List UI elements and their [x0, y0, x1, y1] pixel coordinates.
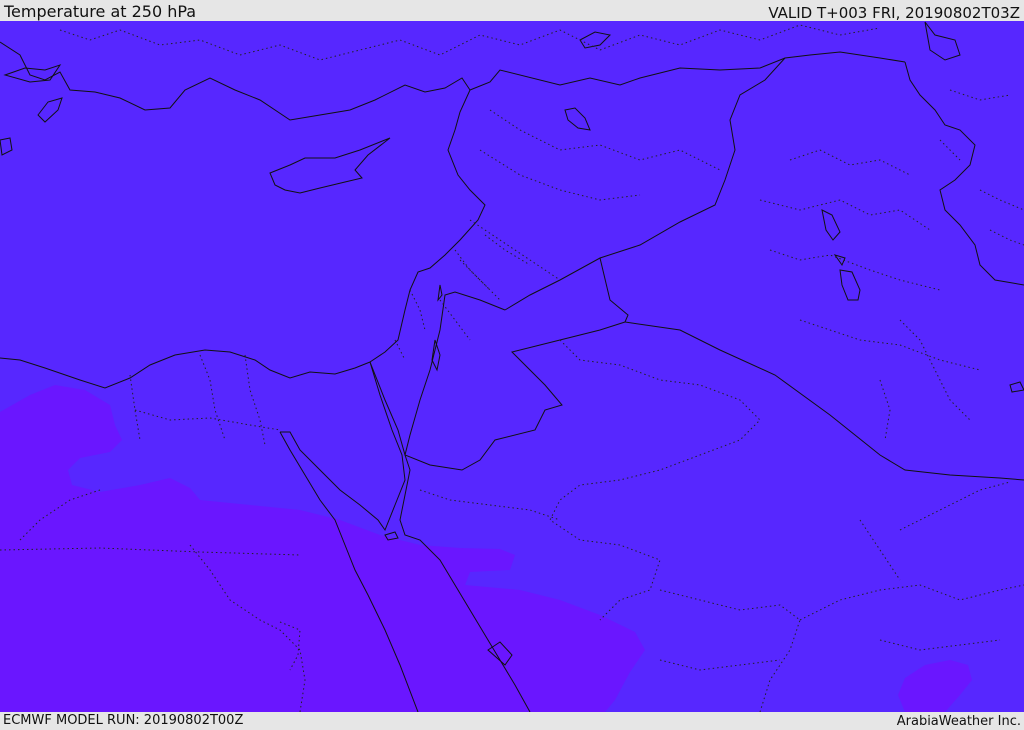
admin-boundaries-turkey [59, 24, 881, 61]
lake-razzaza [833, 254, 861, 301]
lake-van-edge [579, 21, 961, 61]
temperature-zone-southwest [0, 385, 645, 712]
aegean-islands [0, 64, 63, 156]
sinai-east-coast [280, 361, 406, 532]
lake-tharthar [821, 209, 841, 241]
temperature-zone-southeast [898, 660, 972, 712]
persian-gulf-edge [1009, 381, 1024, 393]
lake-assad [564, 107, 591, 131]
footer-bar: ECMWF MODEL RUN: 20190802T00Z ArabiaWeat… [0, 712, 1024, 729]
cyprus-outline [269, 137, 391, 194]
jordan-border [404, 291, 626, 471]
admin-boundaries-iraq [759, 149, 981, 441]
egypt-coast [0, 349, 371, 389]
credit: ArabiaWeather Inc. [896, 714, 1021, 729]
model-run: ECMWF MODEL RUN: 20190802T00Z [3, 713, 244, 728]
admin-boundaries-iran [939, 89, 1024, 246]
map-svg [0, 21, 1024, 712]
egypt-israel-border [369, 361, 406, 456]
iran-iraq-border [904, 61, 1024, 286]
admin-boundaries-jordan-israel [394, 234, 531, 361]
weather-map [0, 21, 1024, 712]
header-bar: Temperature at 250 hPa VALID T+003 FRI, … [0, 0, 1024, 21]
iraq-saudi-border [599, 257, 1024, 481]
levant-coast [369, 129, 486, 363]
map-title: Temperature at 250 hPa [4, 2, 197, 21]
syria-turkey-border [469, 51, 906, 91]
syria-iraq-border [504, 57, 786, 311]
admin-boundaries-syria [459, 109, 721, 301]
turkey-coast [0, 41, 471, 131]
valid-time: VALID T+003 FRI, 20190802T03Z [768, 4, 1020, 22]
